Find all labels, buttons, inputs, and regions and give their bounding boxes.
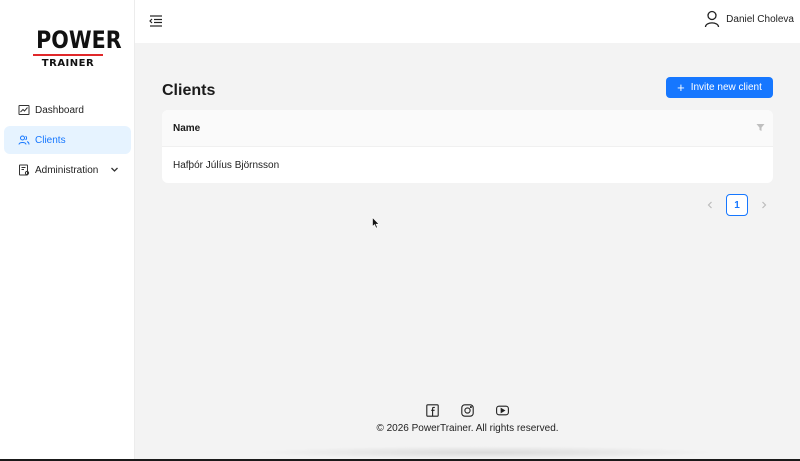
sidebar-nav: Dashboard Clients Administration	[0, 96, 135, 186]
next-page-icon[interactable]	[754, 195, 774, 215]
invite-button-label: Invite new client	[690, 82, 762, 93]
table-row[interactable]: Hafþór Júlíus Björnsson	[162, 147, 773, 183]
sidebar-item-label: Clients	[35, 134, 66, 146]
youtube-icon[interactable]	[496, 404, 509, 417]
chevron-down-icon[interactable]	[110, 165, 119, 174]
chart-icon	[18, 104, 30, 116]
user-menu[interactable]: Daniel Choleva	[704, 10, 794, 28]
filter-icon[interactable]	[756, 123, 765, 132]
column-header-name[interactable]: Name	[173, 123, 200, 134]
sidebar-item-dashboard[interactable]: Dashboard	[4, 96, 131, 124]
clients-table: Name Hafþór Júlíus Björnsson	[162, 110, 773, 183]
main-content: Daniel Choleva Clients + Invite new clie…	[135, 0, 800, 459]
logo-line-trainer: TRAINER	[41, 58, 95, 69]
plus-icon: +	[677, 79, 685, 95]
brand-logo[interactable]: POWER TRAINER	[31, 26, 122, 70]
top-header: Daniel Choleva	[135, 0, 800, 43]
page-number-current[interactable]: 1	[726, 194, 748, 216]
app-window: POWER TRAINER Dashboard Clients Administ…	[0, 0, 800, 459]
logo-underline	[33, 54, 103, 56]
menu-fold-icon[interactable]	[148, 13, 164, 29]
footer: © 2026 PowerTrainer. All rights reserved…	[135, 404, 800, 434]
page-title: Clients	[162, 82, 216, 99]
footer-shadow	[255, 446, 715, 459]
sidebar-item-label: Dashboard	[35, 104, 84, 116]
invite-new-client-button[interactable]: + Invite new client	[666, 77, 773, 98]
logo-line-power: POWER	[36, 26, 122, 54]
user-name: Daniel Choleva	[726, 13, 794, 25]
pagination: 1	[700, 194, 774, 216]
social-links	[135, 404, 800, 417]
mouse-cursor-icon	[372, 216, 380, 229]
user-icon	[704, 10, 720, 28]
facebook-icon[interactable]	[426, 404, 439, 417]
copyright-text: © 2026 PowerTrainer. All rights reserved…	[376, 423, 559, 434]
users-icon	[18, 134, 30, 146]
admin-icon	[18, 164, 30, 176]
table-header: Name	[162, 110, 773, 147]
sidebar-item-label: Administration	[35, 164, 99, 176]
sidebar-item-clients[interactable]: Clients	[4, 126, 131, 154]
prev-page-icon[interactable]	[700, 195, 720, 215]
client-name-cell: Hafþór Júlíus Björnsson	[173, 159, 280, 171]
sidebar: POWER TRAINER Dashboard Clients Administ…	[0, 0, 135, 459]
instagram-icon[interactable]	[461, 404, 474, 417]
sidebar-item-administration[interactable]: Administration	[4, 156, 131, 184]
